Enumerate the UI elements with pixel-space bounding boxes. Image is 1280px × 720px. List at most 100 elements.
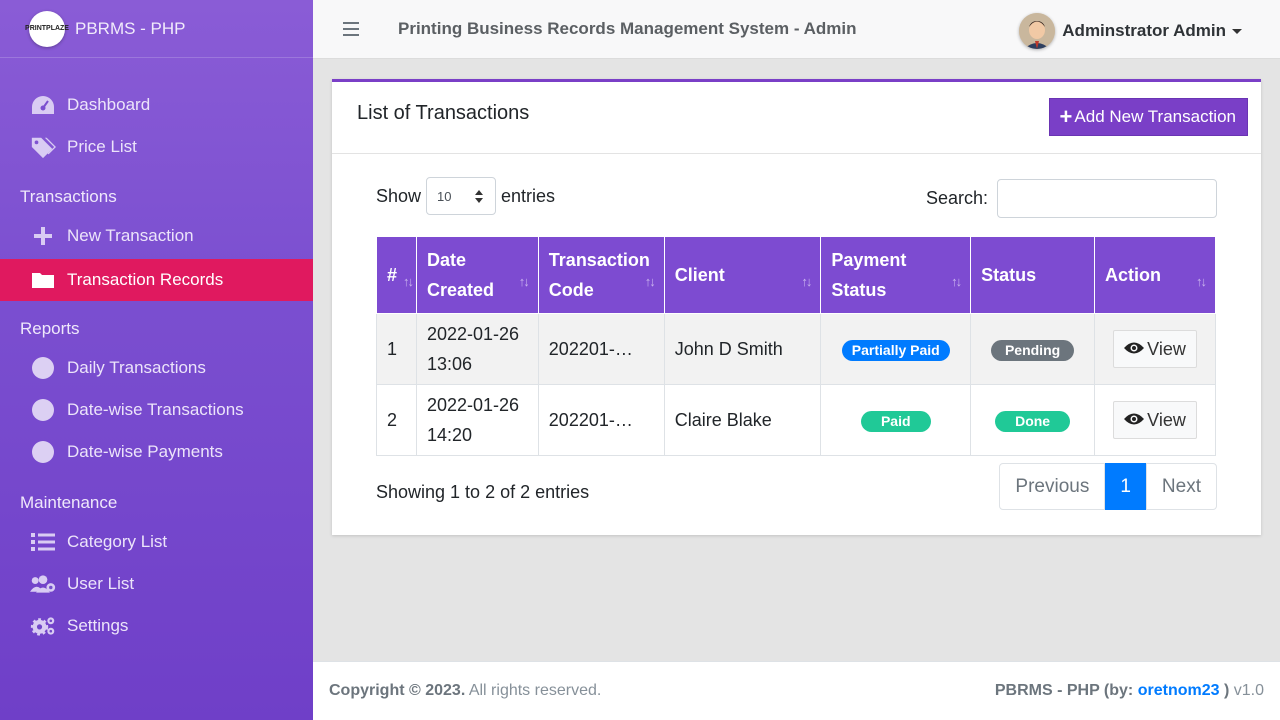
sidebar-item-datewise-transactions[interactable]: Date-wise Transactions	[0, 390, 313, 430]
tags-icon	[30, 135, 56, 159]
sidebar-item-datewise-payments[interactable]: Date-wise Payments	[0, 432, 313, 472]
status-badge: Pending	[990, 340, 1075, 361]
row-number: 1	[376, 313, 417, 385]
column-header-payment-status[interactable]: Payment Status ↑↓	[820, 236, 972, 314]
card-header: List of Transactions + Add New Transacti…	[332, 82, 1261, 154]
row-status: Done	[970, 384, 1096, 456]
status-badge: Done	[995, 411, 1071, 432]
status-badge: Partially Paid	[841, 340, 950, 361]
sidebar-item-label: User List	[67, 574, 135, 593]
column-header-action[interactable]: Action ↑↓	[1094, 236, 1216, 314]
sidebar-item-label: Transaction Records	[67, 270, 224, 289]
hamburger-menu-icon[interactable]	[343, 21, 359, 42]
next-page-button[interactable]: Next	[1145, 463, 1217, 510]
sidebar-item-label: Dashboard	[67, 95, 151, 114]
page-1-button[interactable]: 1	[1105, 463, 1146, 510]
sidebar-header-transactions: Transactions	[20, 187, 117, 206]
topbar: Printing Business Records Management Sys…	[313, 0, 1280, 59]
search-input[interactable]	[997, 179, 1217, 218]
circle-icon	[30, 357, 56, 379]
column-header-client[interactable]: Client ↑↓	[663, 236, 822, 314]
column-header-date-created[interactable]: Date Created ↑↓	[415, 236, 539, 314]
app-credit-text: PBRMS - PHP (by:	[994, 682, 1134, 699]
table-info: Showing 1 to 2 of 2 entries	[376, 482, 590, 502]
sidebar-item-daily-transactions[interactable]: Daily Transactions	[0, 348, 313, 388]
version-text: v1.0	[1233, 682, 1264, 699]
sort-icon: ↑↓	[518, 274, 530, 289]
search-label: Search:	[925, 188, 988, 208]
sidebar: PRINTPLAZE PBRMS - PHP Dashboard Price L…	[0, 0, 313, 720]
row-client: John D Smith	[663, 313, 822, 385]
sort-icon: ↑↓	[801, 274, 812, 289]
row-status: Pending	[970, 313, 1096, 385]
credit-close: )	[1223, 682, 1230, 699]
eye-icon	[1124, 405, 1145, 435]
view-button-label: View	[1147, 410, 1186, 430]
cogs-icon	[30, 614, 56, 638]
sidebar-item-transaction-records[interactable]: Transaction Records	[0, 259, 313, 301]
plus-icon: +	[1059, 104, 1073, 129]
view-button[interactable]: View	[1113, 330, 1197, 368]
sidebar-item-label: Date-wise Transactions	[67, 400, 244, 419]
avatar	[1019, 13, 1056, 49]
entries-select-value: 10	[437, 188, 452, 204]
show-label: Show	[376, 185, 422, 206]
sort-icon: ↑↓	[1196, 274, 1207, 289]
row-transaction-code: 202201-…	[537, 384, 665, 456]
view-button[interactable]: View	[1113, 401, 1197, 439]
author-link[interactable]: oretnom23	[1138, 682, 1220, 699]
transactions-card: List of Transactions + Add New Transacti…	[332, 79, 1261, 535]
user-name: Adminstrator Admin	[1062, 21, 1226, 40]
sidebar-item-dashboard[interactable]: Dashboard	[0, 85, 313, 125]
table-header-row: # ↑↓ Date Created ↑↓ Transaction Code ↑↓ Cl…	[376, 236, 1216, 314]
sort-icon: ↑↓	[402, 274, 414, 289]
transactions-table: # ↑↓ Date Created ↑↓ Transaction Code ↑↓ Cl…	[376, 236, 1216, 456]
sidebar-item-new-transaction[interactable]: New Transaction	[0, 216, 313, 256]
previous-page-button[interactable]: Previous	[999, 463, 1106, 510]
list-icon	[30, 532, 56, 552]
sidebar-item-user-list[interactable]: User List	[0, 564, 313, 604]
sort-icon: ↑↓	[644, 274, 656, 289]
sidebar-item-price-list[interactable]: Price List	[0, 127, 313, 167]
sidebar-item-label: Date-wise Payments	[67, 442, 223, 461]
table-row: 1 2022-01-26 13:06 202201-… John D Smith …	[376, 313, 1216, 385]
table-row: 2 2022-01-26 14:20 202201-… Claire Blake …	[376, 384, 1216, 456]
sidebar-item-label: Category List	[67, 532, 168, 551]
footer-copyright: Copyright © 2023. All rights reserved.	[329, 682, 601, 700]
users-cog-icon	[30, 573, 56, 595]
rights-text: All rights reserved.	[468, 682, 602, 699]
tachometer-icon	[30, 94, 56, 116]
chevron-down-icon	[1232, 28, 1242, 34]
sidebar-item-label: Daily Transactions	[67, 358, 206, 377]
footer: Copyright © 2023. All rights reserved. P…	[313, 661, 1280, 720]
page-title: Printing Business Records Management Sys…	[398, 19, 857, 38]
row-number: 2	[376, 384, 417, 456]
column-header-transaction-code[interactable]: Transaction Code ↑↓	[537, 236, 665, 314]
entries-label: entries	[501, 185, 556, 206]
row-date-created: 2022-01-26 14:20	[415, 384, 539, 456]
user-menu[interactable]: Adminstrator Admin	[1019, 13, 1242, 49]
column-header-status[interactable]: Status	[970, 236, 1096, 314]
add-new-transaction-button[interactable]: + Add New Transaction	[1048, 98, 1248, 136]
status-badge: Paid	[860, 411, 931, 432]
row-date-created: 2022-01-26 13:06	[415, 313, 539, 385]
copyright-text: Copyright © 2023.	[329, 682, 466, 699]
view-button-label: View	[1147, 339, 1186, 359]
entries-select[interactable]: 10	[426, 177, 497, 215]
sidebar-item-label: Price List	[67, 137, 137, 156]
row-payment-status: Paid	[820, 384, 972, 456]
plus-icon	[30, 226, 56, 246]
brand[interactable]: PRINTPLAZE PBRMS - PHP	[0, 0, 313, 58]
sidebar-header-reports: Reports	[20, 319, 80, 338]
sidebar-item-category-list[interactable]: Category List	[0, 522, 313, 562]
brand-logo-text: PRINTPLAZE	[25, 25, 69, 32]
sort-icon: ↑↓	[951, 274, 962, 289]
sidebar-item-settings[interactable]: Settings	[0, 606, 313, 646]
entries-length-control: Show 10 entries	[376, 177, 555, 215]
sidebar-item-label: New Transaction	[67, 226, 194, 245]
pagination: Previous 1 Next	[999, 463, 1217, 510]
sidebar-item-label: Settings	[67, 616, 129, 635]
footer-credits: PBRMS - PHP (by: oretnom23 ) v1.0	[995, 682, 1264, 700]
column-header-number[interactable]: # ↑↓	[376, 236, 417, 314]
row-client: Claire Blake	[663, 384, 822, 456]
